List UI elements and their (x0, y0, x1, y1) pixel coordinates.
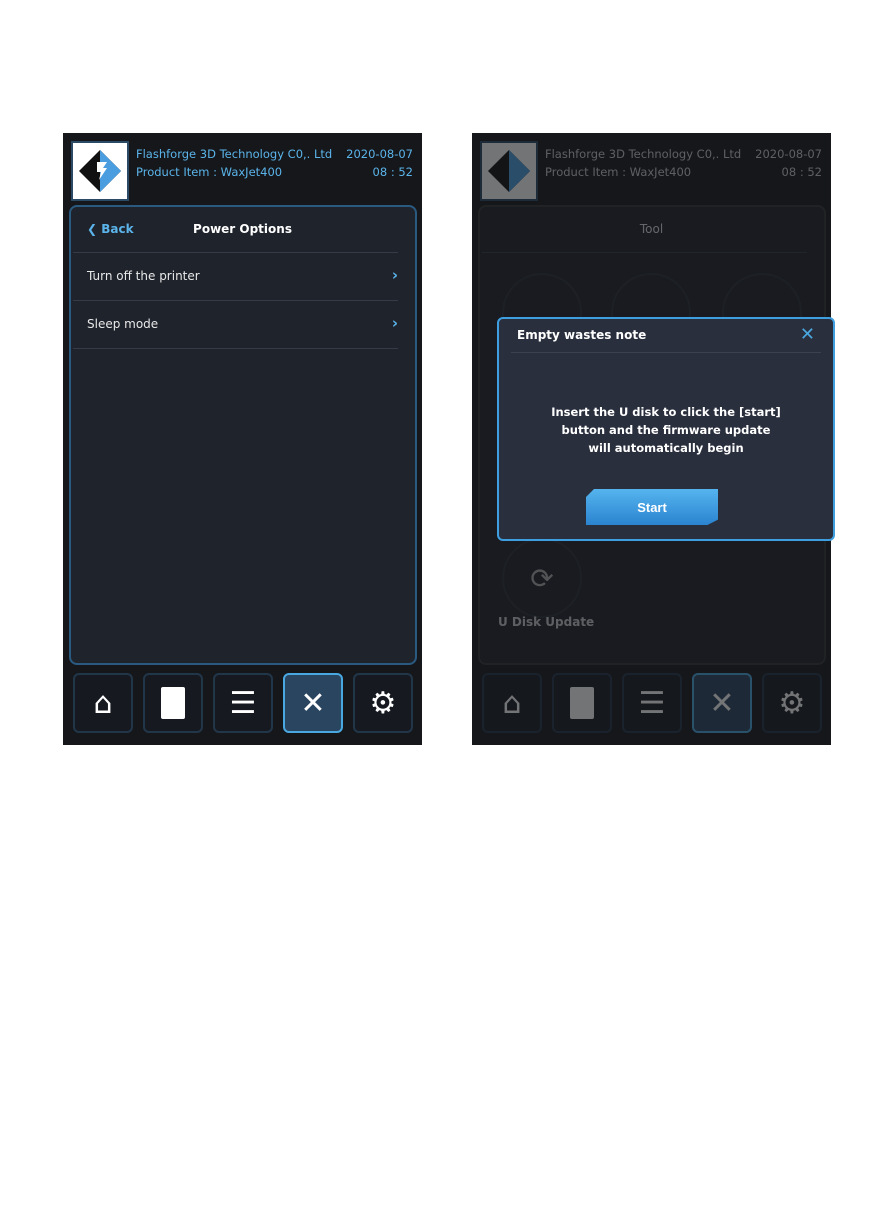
flashforge-logo (480, 141, 538, 201)
start-button[interactable]: Start (586, 489, 718, 525)
u-disk-update-label: U Disk Update (498, 615, 595, 629)
close-icon[interactable]: ✕ (800, 324, 815, 345)
material-bottle-icon (161, 687, 185, 719)
dialog-title: Empty wastes note (517, 328, 647, 342)
list-icon: ☰ (638, 685, 666, 721)
dialog-message: Insert the U disk to click the [start] b… (551, 405, 781, 455)
date: 2020-08-07 (755, 147, 822, 161)
settings-gear-icon: ⚙ (778, 685, 806, 721)
chevron-right-icon: › (391, 314, 398, 332)
divider (73, 252, 398, 253)
list-icon: ☰ (229, 685, 257, 721)
divider (73, 348, 398, 349)
nav-settings[interactable]: ⚙ (762, 673, 822, 733)
company-name: Flashforge 3D Technology C0,. Ltd (545, 147, 742, 161)
settings-gear-icon: ⚙ (369, 685, 397, 721)
tools-icon: ✕ (300, 685, 326, 721)
page-title: Power Options (193, 222, 292, 236)
time: 08 : 52 (781, 165, 822, 179)
product-item: Product Item : WaxJet400 (136, 165, 283, 179)
u-disk-update-button[interactable]: ⟳ (502, 538, 582, 618)
nav-tools[interactable]: ✕ (283, 673, 343, 733)
nav-home[interactable]: ⌂ (73, 673, 133, 733)
page-title: Tool (639, 222, 664, 236)
nav-material[interactable] (143, 673, 203, 733)
menu-item-turn-off[interactable]: Turn off the printer › (87, 266, 398, 284)
tools-icon: ✕ (709, 685, 735, 721)
divider (73, 300, 398, 301)
divider (482, 252, 807, 253)
power-options-screen: Flashforge 3D Technology C0,. Ltd Produc… (63, 133, 422, 745)
time: 08 : 52 (372, 165, 413, 179)
nav-list[interactable]: ☰ (622, 673, 682, 733)
flashforge-logo (71, 141, 129, 201)
product-item: Product Item : WaxJet400 (545, 165, 692, 179)
nav-tools[interactable]: ✕ (692, 673, 752, 733)
chevron-right-icon: › (391, 266, 398, 284)
home-icon: ⌂ (502, 685, 522, 721)
empty-wastes-dialog: Empty wastes note ✕ Insert the U disk to… (497, 317, 835, 541)
menu-item-sleep-mode[interactable]: Sleep mode › (87, 314, 398, 332)
date: 2020-08-07 (346, 147, 413, 161)
material-bottle-icon (570, 687, 594, 719)
usb-refresh-icon: ⟳ (530, 561, 554, 595)
nav-list[interactable]: ☰ (213, 673, 273, 733)
nav-home[interactable]: ⌂ (482, 673, 542, 733)
company-name: Flashforge 3D Technology C0,. Ltd (136, 147, 333, 161)
nav-settings[interactable]: ⚙ (353, 673, 413, 733)
nav-material[interactable] (552, 673, 612, 733)
divider (511, 352, 821, 353)
home-icon: ⌂ (93, 685, 113, 721)
